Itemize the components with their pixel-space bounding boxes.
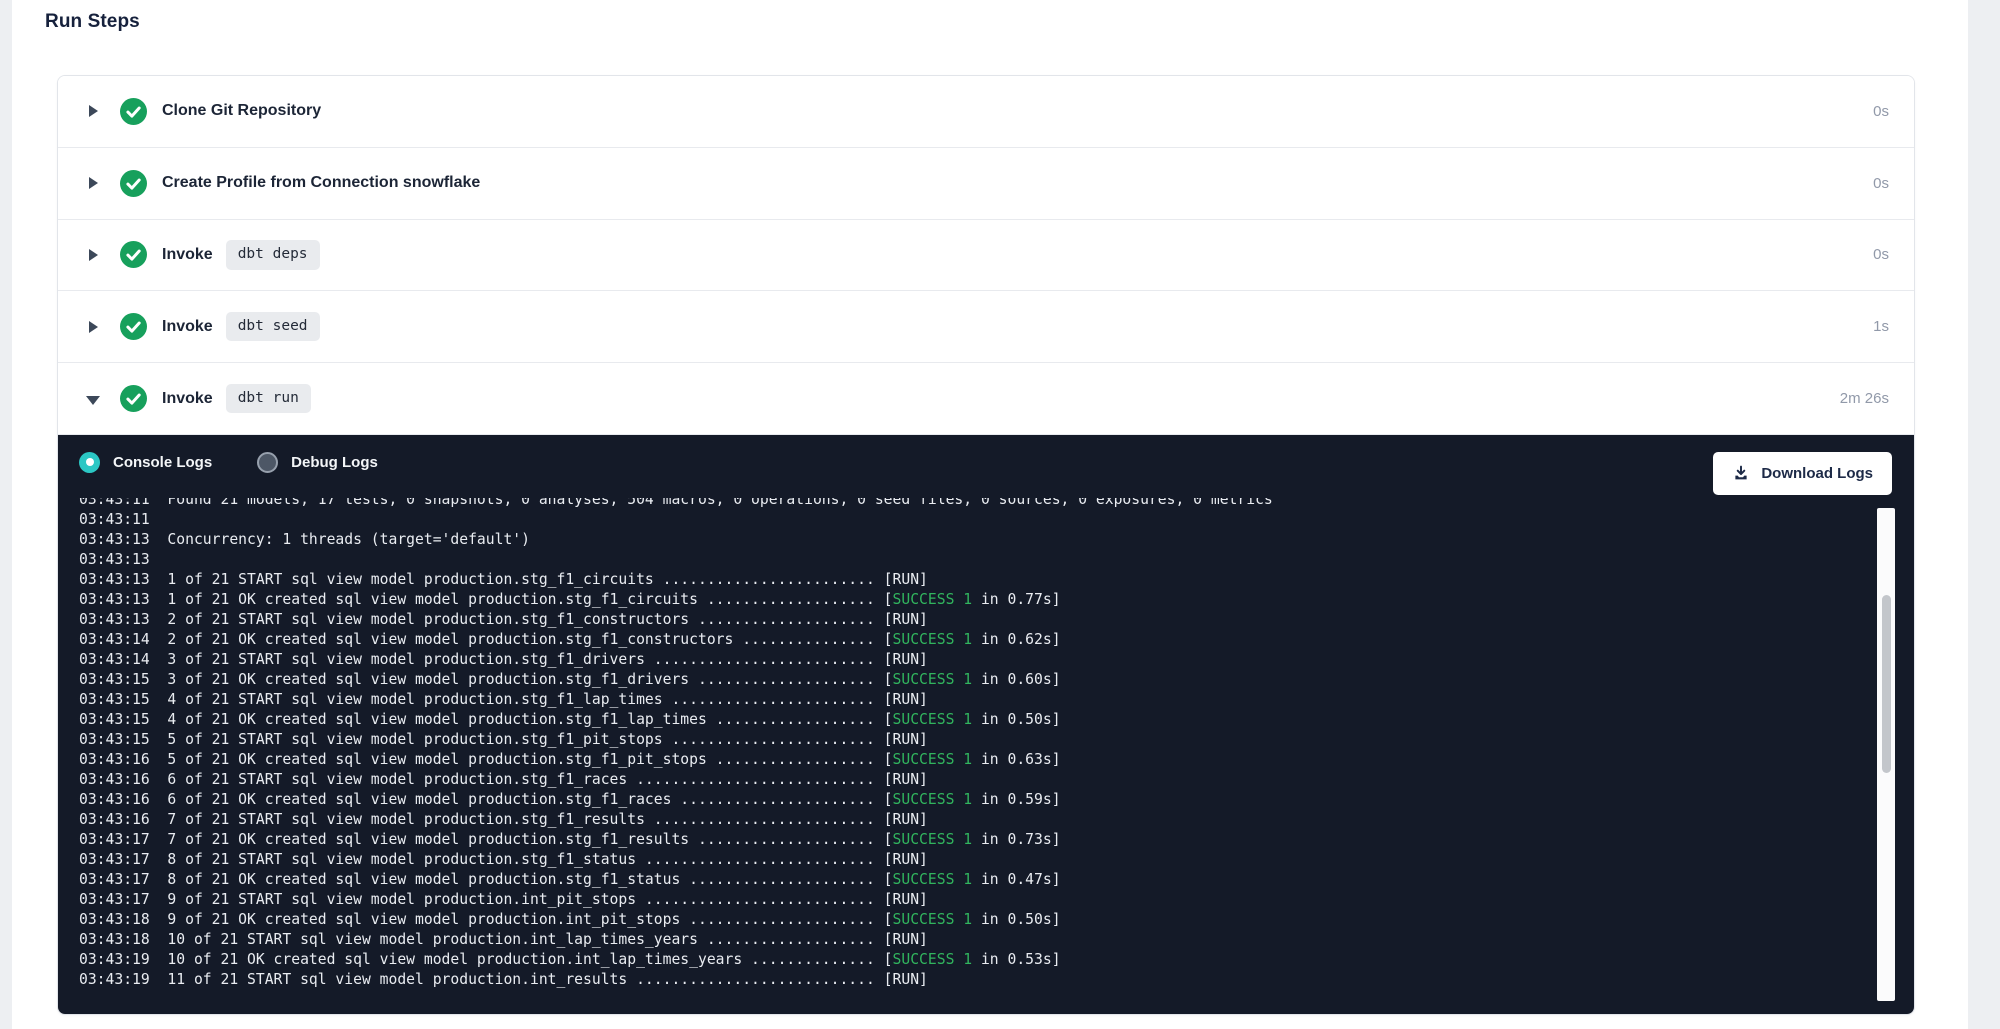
expand-caret-icon[interactable] <box>89 176 99 190</box>
step-command-badge: dbt seed <box>226 312 320 341</box>
log-line: 03:43:16 6 of 21 START sql view model pr… <box>79 770 1874 790</box>
step-row-2[interactable]: Create Profile from Connection snowflake… <box>58 148 1914 220</box>
log-line: 03:43:18 10 of 21 START sql view model p… <box>79 930 1874 950</box>
log-line: 03:43:14 3 of 21 START sql view model pr… <box>79 650 1874 670</box>
step-rows: Clone Git Repository0sCreate Profile fro… <box>58 76 1914 435</box>
log-line: 03:43:16 6 of 21 OK created sql view mod… <box>79 790 1874 810</box>
download-logs-button[interactable]: Download Logs <box>1713 452 1892 495</box>
debug-logs-label: Debug Logs <box>291 454 378 471</box>
log-line: 03:43:13 Concurrency: 1 threads (target=… <box>79 530 1874 550</box>
log-line: 03:43:15 3 of 21 OK created sql view mod… <box>79 670 1874 690</box>
log-line: 03:43:16 5 of 21 OK created sql view mod… <box>79 750 1874 770</box>
log-line: 03:43:14 2 of 21 OK created sql view mod… <box>79 630 1874 650</box>
log-line: 03:43:15 5 of 21 START sql view model pr… <box>79 730 1874 750</box>
step-label: Create Profile from Connection snowflake <box>162 174 480 192</box>
step-duration: 2m 26s <box>1840 390 1889 407</box>
step-label: Invoke <box>162 246 213 264</box>
step-label: Invoke <box>162 390 213 408</box>
log-line: 03:43:15 4 of 21 START sql view model pr… <box>79 690 1874 710</box>
log-line: 03:43:17 8 of 21 OK created sql view mod… <box>79 870 1874 890</box>
step-duration: 0s <box>1873 175 1889 192</box>
debug-logs-radio[interactable]: Debug Logs <box>257 452 378 473</box>
step-label: Clone Git Repository <box>162 102 321 120</box>
step-row-5[interactable]: Invoke dbt run 2m 26s <box>58 363 1914 435</box>
expand-caret-icon[interactable] <box>89 248 99 262</box>
step-command-badge: dbt deps <box>226 240 320 269</box>
success-check-icon <box>120 98 147 125</box>
step-row-4[interactable]: Invoke dbt seed 1s <box>58 291 1914 363</box>
console-logs-label: Console Logs <box>113 454 212 471</box>
log-line: 03:43:17 9 of 21 START sql view model pr… <box>79 890 1874 910</box>
radio-selected-icon[interactable] <box>79 452 100 473</box>
run-steps-card: Clone Git Repository0sCreate Profile fro… <box>57 75 1915 1015</box>
step-duration: 0s <box>1873 103 1889 120</box>
log-line: 03:43:19 10 of 21 OK created sql view mo… <box>79 950 1874 970</box>
log-line: 03:43:13 1 of 21 OK created sql view mod… <box>79 590 1874 610</box>
download-logs-label: Download Logs <box>1761 465 1873 482</box>
log-line: 03:43:17 7 of 21 OK created sql view mod… <box>79 830 1874 850</box>
console-logs-radio[interactable]: Console Logs <box>79 452 212 473</box>
log-line: 03:43:18 9 of 21 OK created sql view mod… <box>79 910 1874 930</box>
content-sheet: Run Steps Clone Git Repository0sCreate P… <box>12 0 1968 1029</box>
expand-caret-icon[interactable] <box>89 320 99 334</box>
success-check-icon <box>120 170 147 197</box>
collapse-caret-icon[interactable] <box>89 392 99 406</box>
log-line: 03:43:19 11 of 21 START sql view model p… <box>79 970 1874 990</box>
log-line: 03:43:11 <box>79 510 1874 530</box>
log-line: 03:43:13 2 of 21 START sql view model pr… <box>79 610 1874 630</box>
log-line: 03:43:15 4 of 21 OK created sql view mod… <box>79 710 1874 730</box>
step-row-3[interactable]: Invoke dbt deps 0s <box>58 220 1914 292</box>
step-duration: 1s <box>1873 318 1889 335</box>
log-scrollbar-thumb[interactable] <box>1882 595 1891 773</box>
step-duration: 0s <box>1873 246 1889 263</box>
step-command-badge: dbt run <box>226 384 311 413</box>
log-line: 03:43:17 8 of 21 START sql view model pr… <box>79 850 1874 870</box>
download-icon <box>1732 464 1750 482</box>
log-viewport[interactable]: 03:43:11 Found 21 models, 17 tests, 0 sn… <box>58 498 1874 1006</box>
log-panel: Console Logs Debug Logs Download Logs 03… <box>58 435 1914 1014</box>
log-line: 03:43:16 7 of 21 START sql view model pr… <box>79 810 1874 830</box>
log-scrollbar-track[interactable] <box>1877 508 1895 1001</box>
console-log-output: 03:43:11 Found 21 models, 17 tests, 0 sn… <box>58 498 1874 990</box>
success-check-icon <box>120 241 147 268</box>
success-check-icon <box>120 313 147 340</box>
log-line: 03:43:13 1 of 21 START sql view model pr… <box>79 570 1874 590</box>
page-title: Run Steps <box>45 11 140 33</box>
step-row-1[interactable]: Clone Git Repository 0s <box>58 76 1914 148</box>
radio-unselected-icon[interactable] <box>257 452 278 473</box>
log-type-toggle: Console Logs Debug Logs <box>79 452 378 473</box>
step-label: Invoke <box>162 318 213 336</box>
log-line: 03:43:11 Found 21 models, 17 tests, 0 sn… <box>79 498 1874 510</box>
log-line: 03:43:13 <box>79 550 1874 570</box>
success-check-icon <box>120 385 147 412</box>
expand-caret-icon[interactable] <box>89 104 99 118</box>
